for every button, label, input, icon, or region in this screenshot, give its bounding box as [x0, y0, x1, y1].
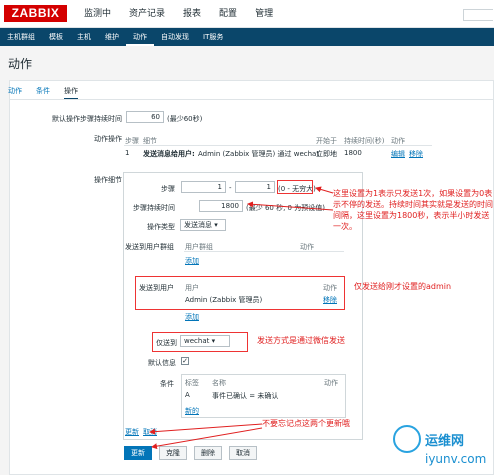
user-col-header: 用户 [185, 284, 199, 292]
page-title: 动作 [8, 57, 33, 71]
send-only-to-select[interactable]: wechat ▾ [180, 335, 230, 347]
cond-row-name: 事件已确认 = 未确认 [212, 392, 279, 400]
annotation-admin: 仅发送给刚才设置的admin [354, 282, 452, 291]
ops-row-duration: 1800 [344, 149, 362, 157]
send-to-users-label: 发送到用户 [139, 284, 174, 292]
update-link[interactable]: 更新 [125, 427, 139, 437]
user-remove-link[interactable]: 移除 [323, 295, 337, 305]
step-from-input[interactable]: 1 [181, 181, 226, 193]
chevron-down-icon: ▾ [214, 221, 218, 229]
tabs: 动作 条件 操作 [8, 85, 92, 100]
annotation-steps: 这里设置为1表示只发送1次，如果设置为0表示不停的发送。持续时间其实就是发送的时… [333, 189, 493, 231]
ops-row-details: Admin (Zabbix 管理员) 通过 wechat [198, 150, 320, 158]
sub-menu-hosts[interactable]: 主机 [70, 28, 98, 46]
op-type-select[interactable]: 发送消息 ▾ [180, 219, 226, 231]
sub-menu-actions[interactable]: 动作 [126, 28, 154, 46]
op-type-value: 发送消息 [184, 221, 212, 229]
sub-menu-it-services[interactable]: IT服务 [196, 28, 230, 46]
send-to-groups-label: 发送到用户群组 [125, 243, 174, 251]
top-menu-configuration[interactable]: 配置 [219, 0, 237, 28]
cancel-button[interactable]: 取消 [229, 446, 257, 460]
ops-row-remove-link[interactable]: 移除 [409, 149, 423, 159]
user-action-header: 动作 [323, 284, 337, 292]
sub-menu-maintenance[interactable]: 维护 [98, 28, 126, 46]
watermark-url: iyunv.com [425, 452, 487, 466]
steps-highlight-box [277, 180, 313, 194]
operations-label: 动作操作 [94, 135, 122, 143]
ops-row-start-in: 立即地 [316, 150, 337, 158]
clone-button[interactable]: 克隆 [159, 446, 187, 460]
top-menu: 监测中 资产记录 报表 配置 管理 [84, 0, 291, 28]
default-step-duration-input[interactable]: 60 [126, 111, 164, 123]
tab-operations[interactable]: 操作 [64, 85, 78, 100]
step-duration-input[interactable]: 1800 [199, 200, 243, 212]
step-duration-hint: (最少 60 秒, 0 为预设值) [246, 204, 325, 212]
default-step-duration-hint: (最少60秒) [167, 115, 203, 123]
cond-row-label: A [185, 391, 190, 399]
zabbix-logo[interactable]: ZABBIX [4, 5, 67, 22]
chevron-down-icon: ▾ [211, 337, 216, 345]
default-msg-checkbox[interactable]: ✓ [181, 357, 189, 365]
watermark-name: 运维网 [425, 434, 465, 449]
delete-button[interactable]: 删除 [194, 446, 222, 460]
ops-header-divider [124, 145, 432, 146]
tab-action[interactable]: 动作 [8, 85, 22, 100]
annotation-update: 不要忘记点这两个更新哦 [262, 419, 350, 428]
ops-row-details-bold: 发送消息给用户: [143, 150, 195, 158]
sub-menu-host-groups[interactable]: 主机群组 [0, 28, 42, 46]
cond-action-header: 动作 [324, 379, 338, 387]
annotation-wechat: 发送方式是通过微信发送 [257, 336, 345, 345]
ops-row-step: 1 [125, 149, 130, 157]
user-row: Admin (Zabbix 管理员) [185, 296, 263, 304]
watermark-logo-icon [393, 425, 421, 453]
cancel-link[interactable]: 取消 [143, 427, 157, 437]
sub-menu: 主机群组 模板 主机 维护 动作 自动发现 IT服务 [0, 28, 494, 46]
top-bar: ZABBIX 监测中 资产记录 报表 配置 管理 [0, 0, 494, 28]
step-separator: - [229, 184, 232, 192]
op-type-label: 操作类型 [147, 223, 175, 231]
search-input[interactable] [463, 9, 493, 21]
top-menu-administration[interactable]: 管理 [255, 0, 273, 28]
step-to-input[interactable]: 1 [235, 181, 275, 193]
top-menu-monitoring[interactable]: 监测中 [84, 0, 111, 28]
op-details-label: 操作细节 [94, 176, 122, 184]
group-add-link[interactable]: 添加 [185, 256, 199, 266]
top-menu-inventory[interactable]: 资产记录 [129, 0, 165, 28]
send-only-to-value: wechat [184, 337, 210, 345]
ops-row-edit-link[interactable]: 编辑 [391, 149, 405, 159]
send-only-to-label: 仅送到 [156, 339, 177, 347]
cond-name-header: 名称 [212, 379, 226, 387]
user-add-link[interactable]: 添加 [185, 312, 199, 322]
default-msg-label: 默认信息 [148, 359, 176, 367]
step-duration-label: 步骤持续时间 [133, 204, 175, 212]
group-divider [184, 251, 344, 252]
tab-conditions[interactable]: 条件 [36, 85, 50, 100]
top-menu-reports[interactable]: 报表 [183, 0, 201, 28]
sub-menu-discovery[interactable]: 自动发现 [154, 28, 196, 46]
steps-label: 步骤 [161, 185, 175, 193]
default-step-duration-label: 默认操作步骤持续时间 [52, 115, 122, 123]
update-button[interactable]: 更新 [124, 446, 152, 460]
sub-menu-templates[interactable]: 模板 [42, 28, 70, 46]
tab-divider [9, 99, 494, 100]
cond-new-link[interactable]: 新的 [185, 406, 199, 416]
conditions-label: 条件 [160, 380, 174, 388]
cond-label-header: 标签 [185, 379, 199, 387]
